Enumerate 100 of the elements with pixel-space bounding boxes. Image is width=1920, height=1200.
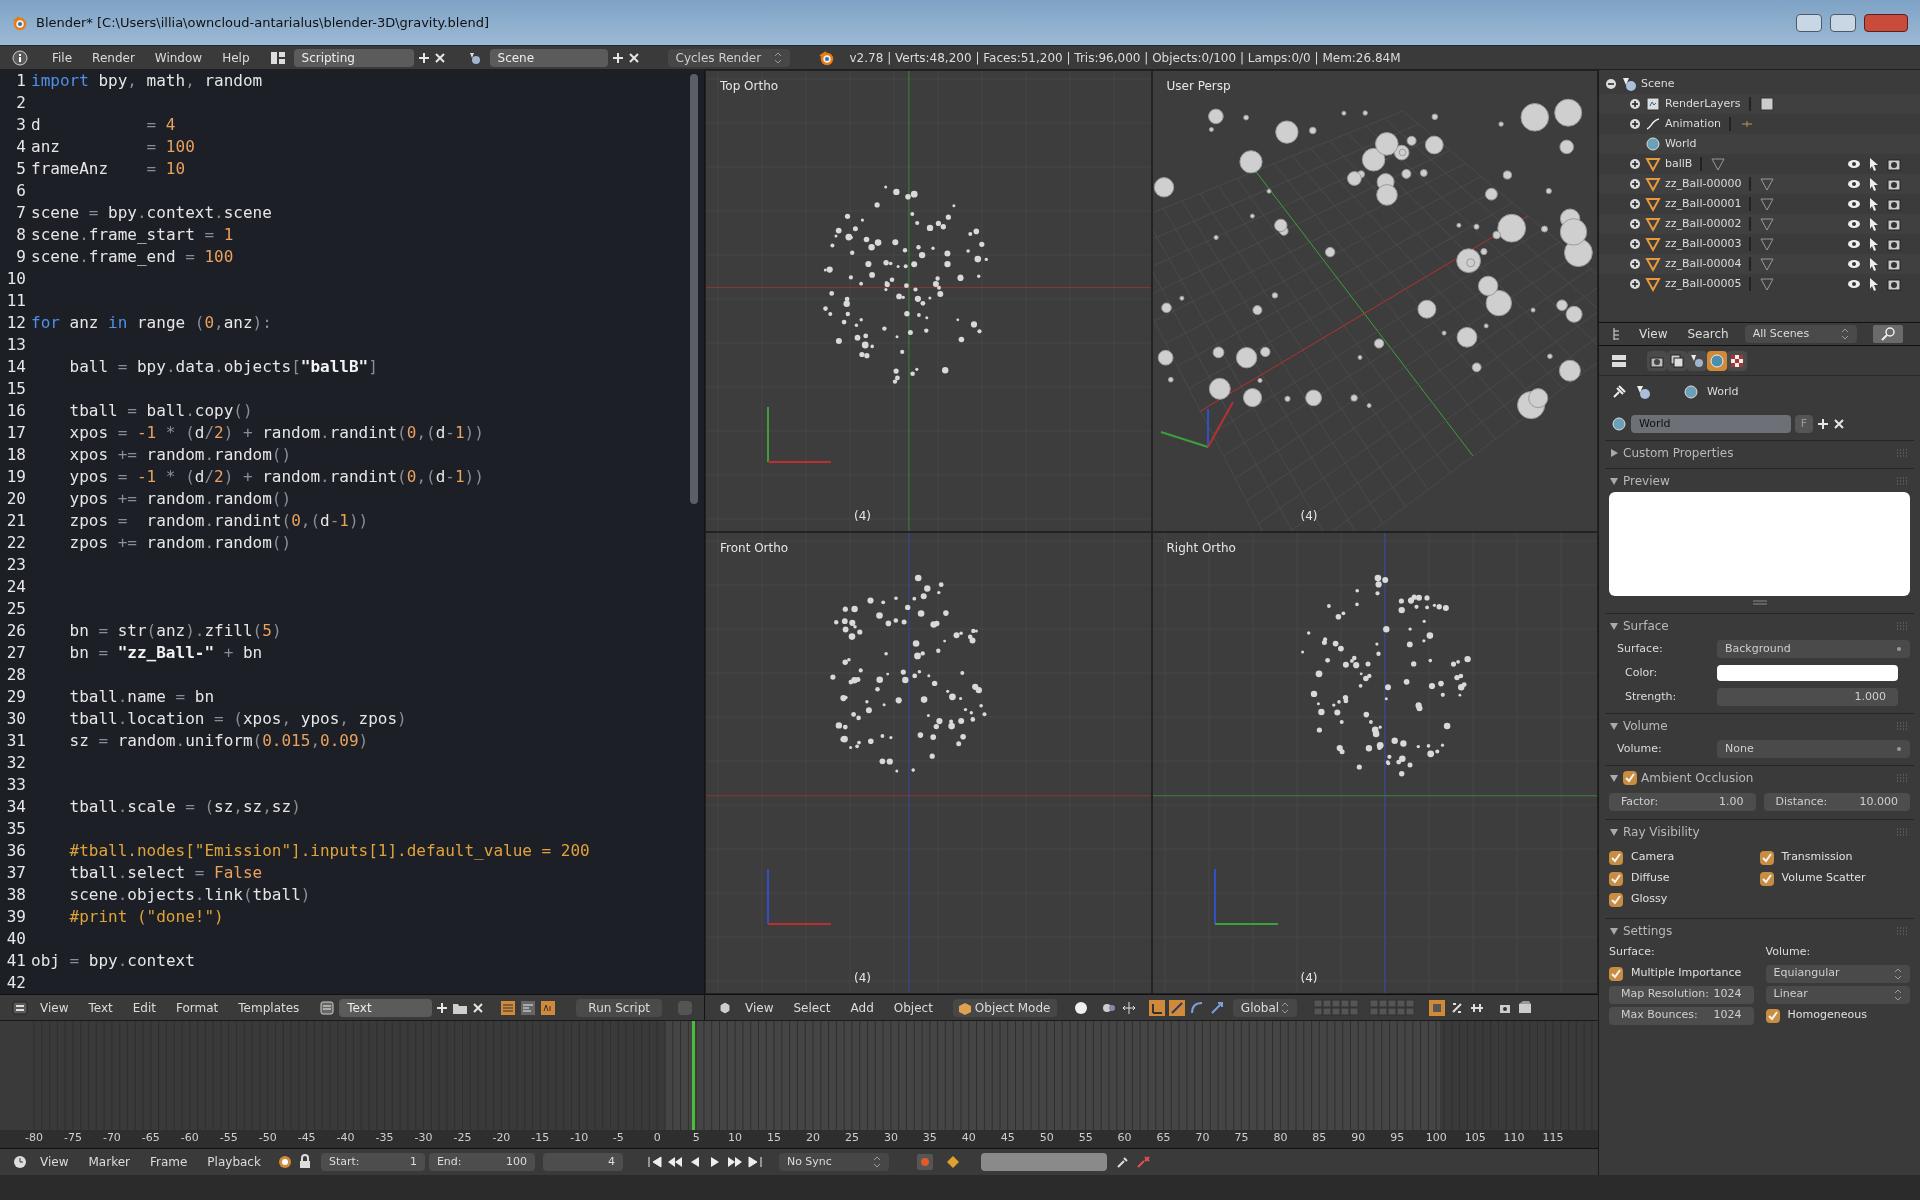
panel-title[interactable]: Surface <box>1623 616 1892 635</box>
panel-title[interactable]: Volume <box>1623 716 1892 735</box>
drag-grip-icon[interactable] <box>1896 720 1910 731</box>
camera-icon[interactable] <box>1886 236 1902 252</box>
outliner-item[interactable]: World <box>1665 135 1697 153</box>
expand-icon[interactable] <box>1629 238 1641 250</box>
editor-type-icon[interactable] <box>717 999 733 1016</box>
menu-item[interactable]: Text <box>80 998 121 1017</box>
add-icon[interactable] <box>436 1001 449 1014</box>
menu-item[interactable]: Window <box>146 48 211 67</box>
checkbox[interactable] <box>1609 892 1623 907</box>
data-icon[interactable] <box>1759 216 1776 232</box>
menu-item[interactable]: Frame <box>141 1153 196 1171</box>
close-button[interactable] <box>1864 13 1908 32</box>
viewport-3d[interactable]: User Persp (4) <box>1151 70 1598 532</box>
scene-tab[interactable] <box>1687 350 1707 371</box>
outliner-item[interactable]: zz_Ball-00003 <box>1665 235 1742 253</box>
checkbox[interactable] <box>1759 850 1774 865</box>
rewind-icon[interactable] <box>666 1154 683 1170</box>
menu-item[interactable]: Help <box>214 48 258 67</box>
menu-item[interactable]: Playback <box>199 1153 269 1171</box>
world-browse-icon[interactable] <box>1611 416 1627 432</box>
panel-title[interactable]: Ambient Occlusion <box>1641 768 1892 787</box>
checkbox[interactable] <box>1759 871 1774 886</box>
menu-item[interactable]: View <box>32 1153 77 1171</box>
dropdown[interactable]: Background <box>1717 640 1910 658</box>
menu-item[interactable]: View <box>32 998 77 1017</box>
add-icon[interactable] <box>1817 418 1829 430</box>
checkbox[interactable] <box>1609 966 1623 981</box>
scene-field[interactable]: Scene <box>489 48 608 67</box>
sync-dropdown[interactable]: No Sync <box>778 1153 889 1171</box>
text-list-icon[interactable] <box>319 999 336 1016</box>
data-icon[interactable] <box>1759 276 1776 292</box>
collapse-icon[interactable] <box>1605 78 1617 90</box>
drag-grip-icon[interactable] <box>1896 620 1910 631</box>
menu-item[interactable]: Edit <box>124 998 164 1017</box>
pin-icon[interactable] <box>1611 384 1627 400</box>
collapse-arrow-icon[interactable] <box>1609 475 1619 486</box>
expand-icon[interactable] <box>1629 98 1641 110</box>
lock-layers-icon[interactable] <box>1428 999 1445 1016</box>
current-frame-field[interactable]: 4 <box>542 1153 623 1171</box>
jump-start-icon[interactable] <box>646 1154 663 1170</box>
datablock-name-field[interactable]: World <box>1631 415 1791 433</box>
checkbox[interactable] <box>1765 1008 1780 1023</box>
expand-arrow-icon[interactable] <box>1609 447 1619 458</box>
checkbox[interactable] <box>1609 871 1623 886</box>
scrollbar[interactable] <box>690 74 698 504</box>
run-script-button[interactable]: Run Script <box>576 998 662 1017</box>
viewport-3d[interactable]: Front Ortho (4) <box>705 532 1152 994</box>
menu-item[interactable]: Render <box>84 48 143 67</box>
drag-grip-icon[interactable] <box>1896 925 1910 936</box>
mode-dropdown[interactable]: Object Mode <box>952 998 1057 1017</box>
rotate-icon[interactable] <box>1188 999 1205 1016</box>
close-icon[interactable] <box>433 51 446 64</box>
editor-type-icon[interactable] <box>12 999 28 1016</box>
preview-range-icon[interactable] <box>276 1154 293 1170</box>
collapse-arrow-icon[interactable] <box>1609 772 1619 783</box>
close-icon[interactable] <box>1833 418 1845 430</box>
checkbox[interactable] <box>678 1000 692 1015</box>
collapse-arrow-icon[interactable] <box>1609 925 1619 936</box>
panel-title[interactable]: Preview <box>1623 471 1892 490</box>
line-numbers-toggle-icon[interactable] <box>500 999 517 1016</box>
layout-icon[interactable] <box>269 49 286 66</box>
keying-set-field[interactable] <box>980 1153 1107 1171</box>
outliner-item[interactable]: Scene <box>1641 75 1675 93</box>
menu-item[interactable]: View <box>1631 325 1676 343</box>
checkbox[interactable] <box>1623 770 1637 785</box>
menu-item[interactable]: Select <box>785 998 839 1017</box>
viewport-3d[interactable]: Top Ortho (4) <box>705 70 1152 532</box>
dropdown[interactable]: Linear <box>1765 985 1910 1004</box>
jump-end-icon[interactable] <box>746 1154 763 1170</box>
dropdown[interactable]: None <box>1717 740 1910 758</box>
expand-icon[interactable] <box>1629 118 1641 130</box>
layout-field[interactable]: Scripting <box>293 48 414 67</box>
playhead[interactable] <box>691 1021 695 1130</box>
word-wrap-toggle-icon[interactable] <box>520 999 537 1016</box>
expand-icon[interactable] <box>1629 158 1641 170</box>
menu-item[interactable]: View <box>737 998 782 1017</box>
camera-icon[interactable] <box>1886 196 1902 212</box>
menu-item[interactable]: File <box>44 48 81 67</box>
close-icon[interactable] <box>627 51 640 64</box>
number-field[interactable]: 1.000 <box>1717 688 1898 706</box>
outliner-item[interactable]: zz_Ball-00001 <box>1665 195 1742 213</box>
menu-item[interactable]: Search <box>1679 325 1737 343</box>
data-icon[interactable] <box>1759 176 1776 192</box>
close-icon[interactable] <box>472 1001 485 1014</box>
expand-icon[interactable] <box>1629 278 1641 290</box>
outliner-item[interactable]: ballB <box>1665 155 1693 173</box>
orientation-dropdown[interactable]: Global <box>1232 998 1297 1017</box>
world-tab[interactable] <box>1707 350 1727 371</box>
panel-title[interactable]: Custom Properties <box>1623 443 1892 462</box>
syntax-highlight-toggle-icon[interactable] <box>540 999 557 1016</box>
layers-tab[interactable] <box>1667 350 1687 371</box>
camera-icon[interactable] <box>1886 256 1902 272</box>
start-frame-field[interactable]: Start: 1 <box>320 1153 425 1171</box>
number-field[interactable]: Factor: 1.00 <box>1609 793 1756 811</box>
data-icon[interactable] <box>1710 156 1727 172</box>
texture-tab[interactable] <box>1727 350 1747 371</box>
shading-icon[interactable] <box>1072 999 1089 1016</box>
dropdown[interactable]: Equiangular <box>1765 964 1910 983</box>
